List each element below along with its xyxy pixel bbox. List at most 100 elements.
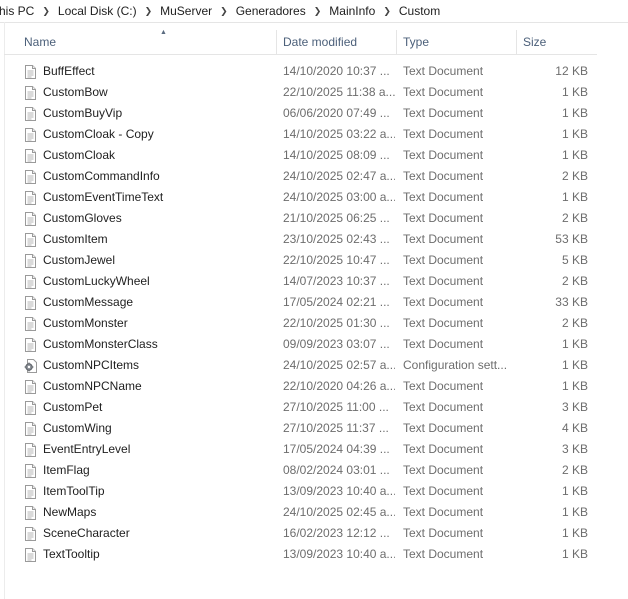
file-size: 1 KB	[561, 85, 588, 99]
file-type: Text Document	[403, 316, 484, 330]
file-size: 1 KB	[561, 148, 588, 162]
file-name: CustomMonster	[43, 316, 128, 330]
file-size: 33 KB	[555, 295, 588, 309]
file-row[interactable]: CustomJewel 22/10/2025 10:47 ... Text Docu…	[4, 250, 604, 271]
file-name: CustomBuyVip	[43, 106, 123, 120]
file-row[interactable]: TextTooltip 13/09/2023 10:40 a... Text Doc…	[4, 544, 604, 565]
breadcrumb-this-pc[interactable]: his PC	[0, 4, 36, 18]
file-type: Text Document	[403, 127, 484, 141]
file-date-modified: 21/10/2025 06:25 ...	[283, 211, 390, 225]
file-row[interactable]: CustomMonster 22/10/2025 01:30 ... Text Do…	[4, 313, 604, 334]
file-size: 1 KB	[561, 547, 588, 561]
breadcrumb-maininfo[interactable]: MainInfo	[327, 4, 377, 18]
file-type: Text Document	[403, 106, 484, 120]
file-row[interactable]: CustomNPCName 22/10/2020 04:26 a... Text D…	[4, 376, 604, 397]
file-row[interactable]: ItemFlag 08/02/2024 03:01 ... Text Documen…	[4, 460, 604, 481]
file-date-modified: 14/10/2025 08:09 ...	[283, 148, 390, 162]
file-row[interactable]: CustomItem 23/10/2025 02:43 ... Text Docum…	[4, 229, 604, 250]
chevron-right-icon[interactable]: ❯	[377, 6, 397, 17]
column-header-date-modified[interactable]: Date modified	[277, 30, 397, 54]
file-row[interactable]: CustomBow 22/10/2025 11:38 a... Text Docum…	[4, 82, 604, 103]
file-type: Text Document	[403, 190, 484, 204]
file-row[interactable]: CustomPet 27/10/2025 11:00 ... Text Docume…	[4, 397, 604, 418]
file-type: Configuration sett...	[403, 358, 508, 372]
file-type: Text Document	[403, 64, 484, 78]
file-row[interactable]: BuffEffect 14/10/2020 10:37 ... Text Docum…	[4, 61, 604, 82]
file-row[interactable]: CustomNPCItems 24/10/2025 02:57 a... Confi…	[4, 355, 604, 376]
sort-ascending-icon: ▲	[160, 29, 167, 36]
file-name: CustomCloak	[43, 148, 116, 162]
column-header-row: ▲ Name Date modified Type Size	[4, 29, 597, 55]
file-size: 2 KB	[561, 316, 588, 330]
file-size: 2 KB	[561, 169, 588, 183]
column-header-type[interactable]: Type	[397, 30, 517, 54]
file-row[interactable]: CustomEventTimeText 24/10/2025 03:00 a...…	[4, 187, 604, 208]
file-type: Text Document	[403, 232, 484, 246]
file-name: EventEntryLevel	[43, 442, 131, 456]
file-row[interactable]: SceneCharacter 16/02/2023 12:12 ... Text D…	[4, 523, 604, 544]
breadcrumb[interactable]: his PC ❯ Local Disk (C:) ❯ MuServer ❯ Ge…	[0, 0, 628, 23]
file-row[interactable]: EventEntryLevel 17/05/2024 04:39 ... Text …	[4, 439, 604, 460]
file-type: Text Document	[403, 148, 484, 162]
file-size: 1 KB	[561, 106, 588, 120]
file-type: Text Document	[403, 274, 484, 288]
file-date-modified: 13/09/2023 10:40 a...	[283, 547, 395, 561]
file-row[interactable]: CustomBuyVip 06/06/2020 07:49 ... Text Doc…	[4, 103, 604, 124]
breadcrumb-custom[interactable]: Custom	[397, 4, 442, 18]
file-size: 2 KB	[561, 211, 588, 225]
file-row[interactable]: CustomMessage 17/05/2024 02:21 ... Text Do…	[4, 292, 604, 313]
breadcrumb-muserver[interactable]: MuServer	[158, 4, 214, 18]
file-date-modified: 17/05/2024 02:21 ...	[283, 295, 390, 309]
file-name: CustomNPCName	[43, 379, 142, 393]
file-name: ItemFlag	[43, 463, 90, 477]
file-type: Text Document	[403, 295, 484, 309]
file-type: Text Document	[403, 505, 484, 519]
chevron-right-icon[interactable]: ❯	[214, 6, 234, 17]
breadcrumb-local-disk[interactable]: Local Disk (C:)	[56, 4, 139, 18]
chevron-right-icon[interactable]: ❯	[139, 6, 159, 17]
file-type: Text Document	[403, 463, 484, 477]
file-row[interactable]: ItemToolTip 13/09/2023 10:40 a... Text Doc…	[4, 481, 604, 502]
file-size: 1 KB	[561, 337, 588, 351]
file-row[interactable]: CustomMonsterClass 09/09/2023 03:07 ... Te…	[4, 334, 604, 355]
file-name: CustomBow	[43, 85, 108, 99]
column-header-name[interactable]: ▲ Name	[18, 29, 277, 54]
file-row[interactable]: NewMaps 24/10/2025 02:45 a... Text Documen…	[4, 502, 604, 523]
breadcrumb-generadores[interactable]: Generadores	[234, 4, 308, 18]
file-type: Text Document	[403, 379, 484, 393]
file-date-modified: 09/09/2023 03:07 ...	[283, 337, 390, 351]
file-type: Text Document	[403, 421, 484, 435]
file-date-modified: 23/10/2025 02:43 ...	[283, 232, 390, 246]
file-date-modified: 27/10/2025 11:37 ...	[283, 421, 389, 435]
file-size: 2 KB	[561, 463, 588, 477]
file-row[interactable]: CustomCloak 14/10/2025 08:09 ... Text Docu…	[4, 145, 604, 166]
file-date-modified: 14/07/2023 10:37 ...	[283, 274, 390, 288]
file-date-modified: 17/05/2024 04:39 ...	[283, 442, 390, 456]
file-type: Text Document	[403, 211, 484, 225]
file-type: Text Document	[403, 85, 484, 99]
file-name: CustomWing	[43, 421, 112, 435]
file-row[interactable]: CustomGloves 21/10/2025 06:25 ... Text Doc…	[4, 208, 604, 229]
chevron-right-icon[interactable]: ❯	[308, 6, 328, 17]
file-name: CustomPet	[43, 400, 103, 414]
file-row[interactable]: CustomWing 27/10/2025 11:37 ... Text Docum…	[4, 418, 604, 439]
file-name: SceneCharacter	[43, 526, 130, 540]
file-date-modified: 14/10/2025 03:22 a...	[283, 127, 395, 141]
file-type: Text Document	[403, 442, 484, 456]
file-size: 4 KB	[561, 421, 588, 435]
file-row[interactable]: CustomCommandInfo 24/10/2025 02:47 a... Te…	[4, 166, 604, 187]
file-size: 1 KB	[561, 358, 588, 372]
file-row[interactable]: CustomCloak - Copy 14/10/2025 03:22 a... T…	[4, 124, 604, 145]
chevron-right-icon[interactable]: ❯	[36, 6, 56, 17]
file-date-modified: 14/10/2020 10:37 ...	[283, 64, 390, 78]
file-name: CustomMessage	[43, 295, 134, 309]
file-size: 3 KB	[561, 442, 588, 456]
file-date-modified: 24/10/2025 02:45 a...	[283, 505, 395, 519]
file-date-modified: 08/02/2024 03:01 ...	[283, 463, 390, 477]
file-size: 12 KB	[555, 64, 588, 78]
file-date-modified: 24/10/2025 03:00 a...	[283, 190, 395, 204]
file-type: Text Document	[403, 526, 484, 540]
column-header-size[interactable]: Size	[517, 30, 597, 54]
file-date-modified: 13/09/2023 10:40 a...	[283, 484, 395, 498]
file-row[interactable]: CustomLuckyWheel 14/07/2023 10:37 ... Text…	[4, 271, 604, 292]
